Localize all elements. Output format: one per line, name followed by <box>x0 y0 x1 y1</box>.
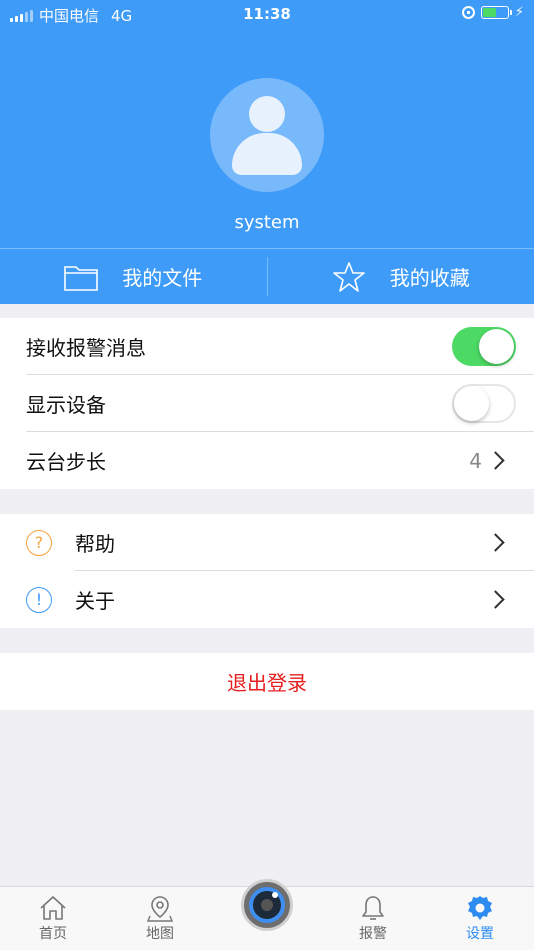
about-label: 关于 <box>75 589 115 613</box>
quick-actions-bar: 我的文件 我的收藏 <box>0 248 534 304</box>
about-row[interactable]: ! 关于 <box>0 571 534 628</box>
my-files-button[interactable]: 我的文件 <box>0 249 267 304</box>
tab-alarm-label: 报警 <box>359 926 387 942</box>
toggle-knob <box>479 329 514 364</box>
tab-settings[interactable]: 设置 <box>440 893 520 943</box>
avatar-body-shape <box>232 133 302 175</box>
my-favorites-button[interactable]: 我的收藏 <box>268 249 534 304</box>
settings-group: 接收报警消息 显示设备 云台步长 4 <box>0 318 534 489</box>
tab-bar: 首页 地图 报警 设置 <box>0 879 534 950</box>
alarm-messages-row: 接收报警消息 <box>0 318 534 375</box>
star-icon <box>332 261 365 292</box>
folder-icon <box>64 265 99 291</box>
battery-icon <box>480 6 512 19</box>
ptz-step-row[interactable]: 云台步长 4 <box>0 432 534 489</box>
misc-group: ? 帮助 ! 关于 <box>0 514 534 628</box>
tab-alarm[interactable]: 报警 <box>333 893 413 943</box>
ptz-step-label: 云台步长 <box>26 450 106 474</box>
camera-lens-icon <box>249 887 285 923</box>
chevron-right-icon <box>486 451 505 470</box>
about-icon: ! <box>26 586 52 613</box>
tab-settings-label: 设置 <box>466 926 494 942</box>
charging-icon: ⚡ <box>514 5 524 20</box>
chevron-right-icon <box>486 590 505 609</box>
profile-header: system <box>0 28 534 248</box>
alarm-messages-label: 接收报警消息 <box>26 336 146 360</box>
show-devices-label: 显示设备 <box>26 393 106 417</box>
status-right: ⚡ <box>461 5 524 20</box>
camera-center-button[interactable] <box>241 879 293 931</box>
help-row[interactable]: ? 帮助 <box>0 514 534 571</box>
alarm-messages-toggle[interactable] <box>452 327 516 366</box>
toggle-knob <box>454 386 489 421</box>
status-bar: 中国电信 4G 11:38 ⚡ <box>0 0 534 28</box>
my-favorites-label: 我的收藏 <box>389 266 470 290</box>
tab-home-label: 首页 <box>39 926 67 942</box>
tab-home[interactable]: 首页 <box>13 893 93 943</box>
my-files-label: 我的文件 <box>122 266 203 290</box>
bell-icon <box>362 896 384 920</box>
help-label: 帮助 <box>75 532 115 556</box>
tab-map[interactable]: 地图 <box>120 893 200 943</box>
logout-button[interactable]: 退出登录 <box>0 653 534 710</box>
gear-icon <box>468 896 492 920</box>
show-devices-toggle[interactable] <box>452 384 516 423</box>
rotation-lock-icon <box>461 6 475 19</box>
status-time: 11:38 <box>243 5 291 23</box>
username: system <box>234 212 300 233</box>
home-icon <box>40 896 66 920</box>
avatar-head-shape <box>249 96 285 132</box>
ptz-step-value: 4 <box>469 448 482 473</box>
help-icon: ? <box>26 529 52 556</box>
tab-map-label: 地图 <box>146 926 174 942</box>
avatar[interactable] <box>210 78 324 192</box>
map-pin-icon <box>146 896 174 922</box>
chevron-right-icon <box>486 533 505 552</box>
lens-highlight <box>272 892 278 898</box>
show-devices-row: 显示设备 <box>0 375 534 432</box>
